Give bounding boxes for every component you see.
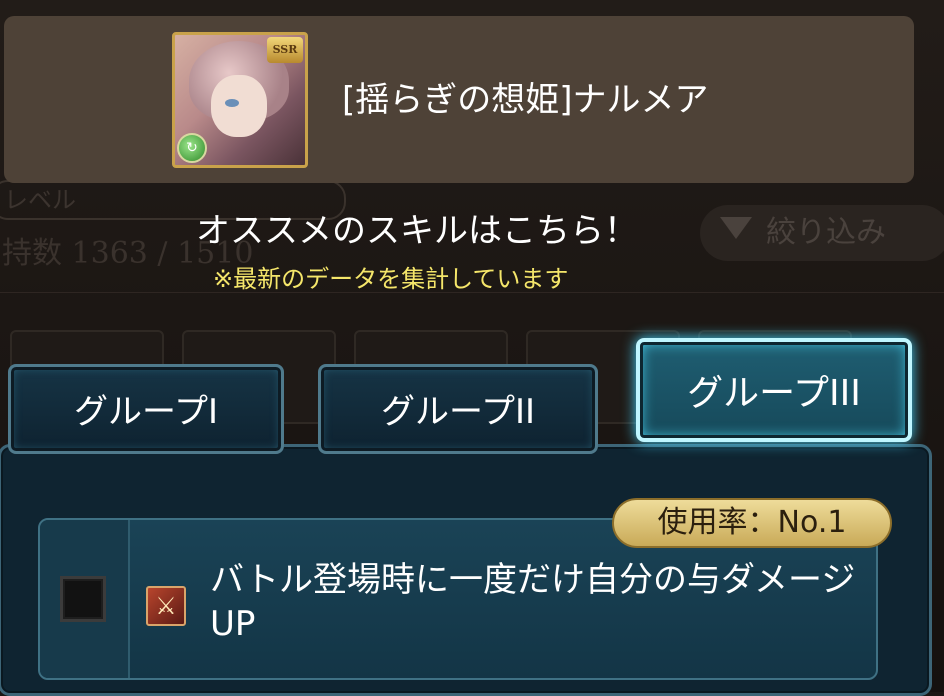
character-header: SSR ↻ [揺らぎの想姫]ナルメア <box>4 16 914 183</box>
character-portrait[interactable]: SSR ↻ <box>172 32 308 168</box>
wind-element-icon: ↻ <box>177 133 207 163</box>
tab-group-3[interactable]: グループIII <box>636 338 912 442</box>
tab-group-1[interactable]: グループI <box>8 364 284 454</box>
character-name: [揺らぎの想姫]ナルメア <box>342 80 709 120</box>
skill-description: バトル登場時に一度だけ自分の与ダメージUP <box>210 560 856 644</box>
data-note: ※最新のデータを集計しています <box>213 265 569 293</box>
filter-icon <box>720 217 752 239</box>
portrait-eye <box>225 99 239 107</box>
background-filter-button: 絞り込み <box>700 205 944 261</box>
skill-card-left <box>40 520 130 678</box>
rarity-badge: SSR <box>267 37 303 63</box>
crossed-swords-icon: ⚔ <box>146 586 186 626</box>
background-filter-label: 絞り込み <box>766 215 886 250</box>
portrait-face <box>211 75 267 137</box>
recommend-title: オススメのスキルはこちら！ <box>196 211 638 251</box>
tab-group-2[interactable]: グループII <box>318 364 598 454</box>
skill-slot <box>60 576 106 622</box>
usage-rank-badge: 使用率：No.1 <box>612 498 892 548</box>
